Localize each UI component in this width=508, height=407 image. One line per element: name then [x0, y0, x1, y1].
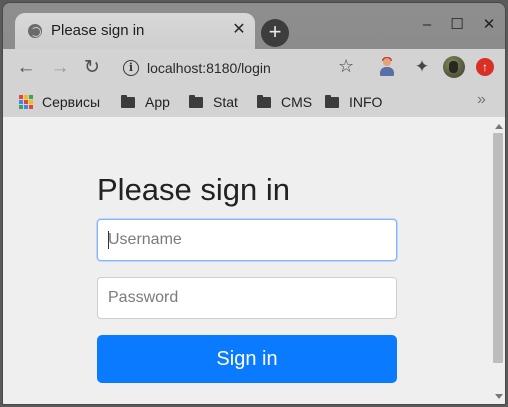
sign-in-button[interactable]: Sign in: [97, 335, 397, 383]
username-input[interactable]: [97, 219, 397, 261]
close-window-button[interactable]: ✕: [479, 15, 499, 35]
tab-title: Please sign in: [51, 22, 145, 39]
bookmarks-bar: Сервисы App Stat CMS INFO »: [3, 87, 505, 117]
update-available-icon[interactable]: ↑: [476, 58, 494, 76]
minimize-button[interactable]: –: [417, 15, 437, 35]
globe-icon: [28, 24, 42, 38]
tab-strip: Please sign in ✕ + – ☐ ✕: [3, 3, 505, 49]
apps-grid-icon: [19, 95, 33, 109]
new-tab-button[interactable]: +: [261, 19, 289, 47]
scroll-down-arrow-icon[interactable]: [495, 394, 503, 399]
site-info-icon[interactable]: i: [123, 60, 139, 76]
browser-toolbar: ← → ↻ i localhost:8180/login ☆ ✦ ↑: [3, 49, 505, 87]
text-caret: [108, 231, 109, 249]
tab-please-sign-in[interactable]: Please sign in ✕: [15, 13, 255, 49]
password-input[interactable]: [97, 277, 397, 319]
maximize-button[interactable]: ☐: [447, 15, 467, 35]
tab-close-icon[interactable]: ✕: [229, 20, 249, 40]
folder-icon: [325, 94, 339, 108]
bookmark-folder-stat[interactable]: Stat: [189, 93, 238, 111]
page-title: Please sign in: [97, 172, 291, 207]
forward-button[interactable]: →: [49, 57, 71, 79]
scrollbar-thumb[interactable]: [493, 133, 503, 363]
bookmark-label: Stat: [213, 94, 238, 110]
address-bar[interactable]: i localhost:8180/login: [113, 54, 369, 82]
profile-avatar[interactable]: [443, 56, 465, 78]
vertical-scrollbar[interactable]: [491, 117, 505, 404]
folder-icon: [121, 94, 135, 108]
bookmark-services[interactable]: Сервисы: [19, 93, 100, 111]
extensions-puzzle-icon[interactable]: ✦: [413, 57, 431, 77]
bookmarks-overflow-icon[interactable]: »: [477, 91, 486, 109]
page-viewport: Please sign in Sign in: [3, 117, 505, 404]
bookmark-star-icon[interactable]: ☆: [338, 55, 354, 77]
extension-avatar-icon[interactable]: [379, 57, 395, 76]
bookmark-label: App: [145, 94, 170, 110]
bookmark-label: Сервисы: [42, 94, 101, 110]
bookmark-label: CMS: [281, 94, 313, 110]
folder-icon: [189, 94, 203, 108]
bookmark-label: INFO: [349, 94, 383, 110]
bookmark-folder-app[interactable]: App: [121, 93, 170, 111]
back-button[interactable]: ←: [15, 57, 37, 79]
browser-window: Please sign in ✕ + – ☐ ✕ ← → ↻ i localho…: [2, 2, 506, 405]
scroll-up-arrow-icon[interactable]: [495, 124, 503, 129]
folder-icon: [257, 94, 271, 108]
url-text[interactable]: localhost:8180/login: [147, 60, 271, 76]
bookmark-folder-info[interactable]: INFO: [325, 93, 382, 111]
bookmark-folder-cms[interactable]: CMS: [257, 93, 312, 111]
reload-button[interactable]: ↻: [81, 57, 103, 79]
